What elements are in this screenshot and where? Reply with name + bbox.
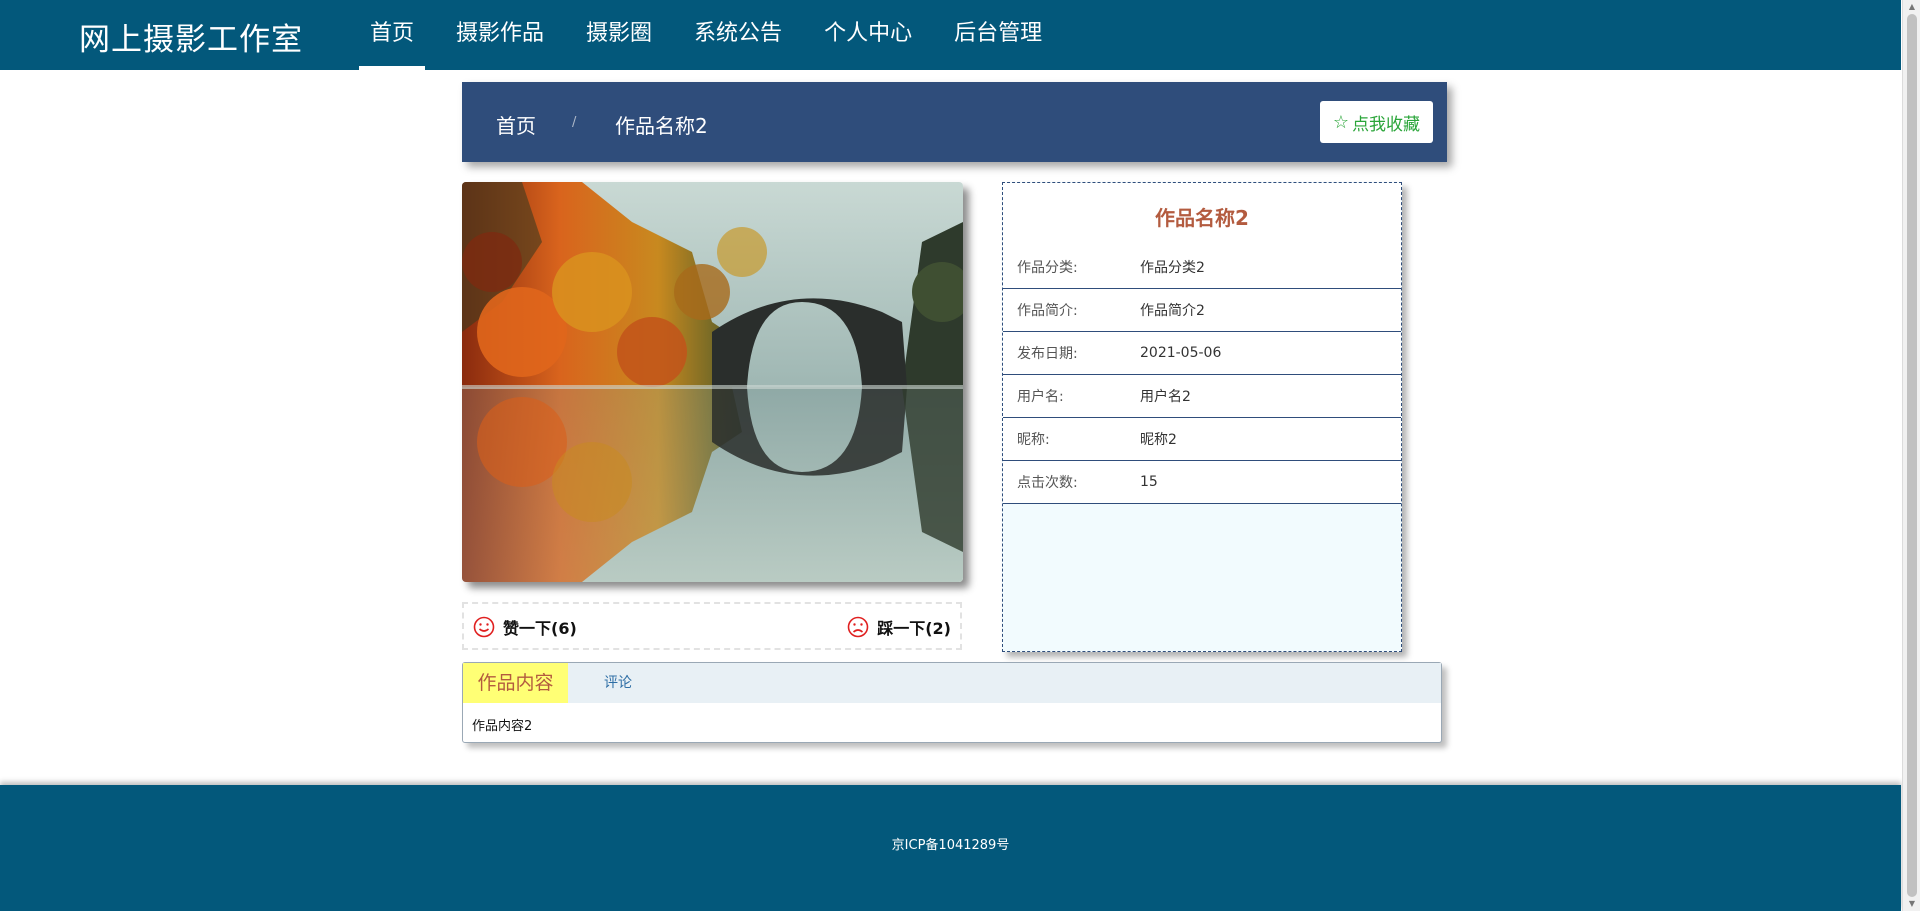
top-navbar: 网上摄影工作室 首页 摄影作品 摄影圈 系统公告 个人中心 后台管理 [0, 0, 1901, 70]
main-nav: 首页 摄影作品 摄影圈 系统公告 个人中心 后台管理 [359, 0, 1073, 70]
frown-icon [847, 616, 869, 638]
tab-content: 作品内容2 [472, 719, 533, 734]
detail-value: 作品分类2 [1140, 260, 1205, 276]
smile-icon [473, 616, 495, 638]
scroll-up-icon[interactable]: ▲ [1903, 0, 1920, 14]
tab-work-content[interactable]: 作品内容 [463, 663, 568, 703]
scroll-down-icon[interactable]: ▼ [1903, 897, 1920, 911]
scroll-thumb[interactable] [1907, 14, 1917, 897]
detail-row-username: 用户名: 用户名2 [1003, 375, 1401, 418]
vote-bar: 赞一下(6) 踩一下(2) [462, 602, 962, 650]
detail-value: 2021-05-06 [1140, 345, 1222, 361]
detail-row-summary: 作品简介: 作品简介2 [1003, 289, 1401, 332]
tab-header: 作品内容 评论 [463, 663, 1441, 703]
star-outline-icon: ☆ [1332, 111, 1350, 133]
tab-comments[interactable]: 评论 [604, 663, 632, 703]
work-details-panel: 作品名称2 作品分类: 作品分类2 作品简介: 作品简介2 发布日期: 2021… [1002, 182, 1402, 652]
detail-value: 昵称2 [1140, 432, 1177, 448]
nav-item-works[interactable]: 摄影作品 [445, 0, 555, 70]
site-brand[interactable]: 网上摄影工作室 [79, 14, 303, 59]
detail-label: 作品简介: [1017, 303, 1078, 319]
detail-value: 作品简介2 [1140, 303, 1205, 319]
detail-row-nickname: 昵称: 昵称2 [1003, 418, 1401, 461]
like-button[interactable]: 赞一下(6) [473, 615, 577, 639]
dislike-button[interactable]: 踩一下(2) [847, 615, 951, 639]
work-title: 作品名称2 [1003, 183, 1401, 246]
content-tabs: 作品内容 评论 作品内容2 [462, 662, 1442, 743]
detail-label: 点击次数: [1017, 475, 1078, 491]
detail-row-date: 发布日期: 2021-05-06 [1003, 332, 1401, 375]
detail-value: 用户名2 [1140, 389, 1191, 405]
nav-item-home[interactable]: 首页 [359, 0, 426, 70]
favorite-button-label: 点我收藏 [1352, 114, 1421, 135]
favorite-button[interactable]: ☆ 点我收藏 [1320, 101, 1433, 143]
photo-image [462, 182, 963, 582]
like-label: 赞一下(6) [503, 619, 577, 638]
detail-label: 发布日期: [1017, 346, 1078, 362]
nav-item-admin[interactable]: 后台管理 [943, 0, 1053, 70]
detail-label: 作品分类: [1017, 260, 1078, 276]
detail-label: 用户名: [1017, 389, 1064, 405]
dislike-label: 踩一下(2) [877, 619, 951, 638]
breadcrumb-home-link[interactable]: 首页 [496, 110, 536, 139]
icp-record: 京ICP备1041289号 [891, 838, 1010, 853]
nav-item-notices[interactable]: 系统公告 [683, 0, 793, 70]
breadcrumb-current: 作品名称2 [615, 114, 708, 138]
page-scrollbar[interactable]: ▲ ▼ [1902, 0, 1920, 911]
work-photo [462, 182, 963, 582]
detail-row-category: 作品分类: 作品分类2 [1003, 246, 1401, 289]
breadcrumb-separator: / [572, 115, 577, 130]
nav-item-circle[interactable]: 摄影圈 [575, 0, 663, 70]
nav-item-profile[interactable]: 个人中心 [813, 0, 923, 70]
footer: 京ICP备1041289号 [0, 785, 1901, 911]
detail-label: 昵称: [1017, 432, 1050, 448]
breadcrumb: 首页 / 作品名称2 ☆ 点我收藏 [462, 82, 1447, 162]
detail-value: 15 [1140, 474, 1158, 490]
detail-row-clicks: 点击次数: 15 [1003, 461, 1401, 504]
